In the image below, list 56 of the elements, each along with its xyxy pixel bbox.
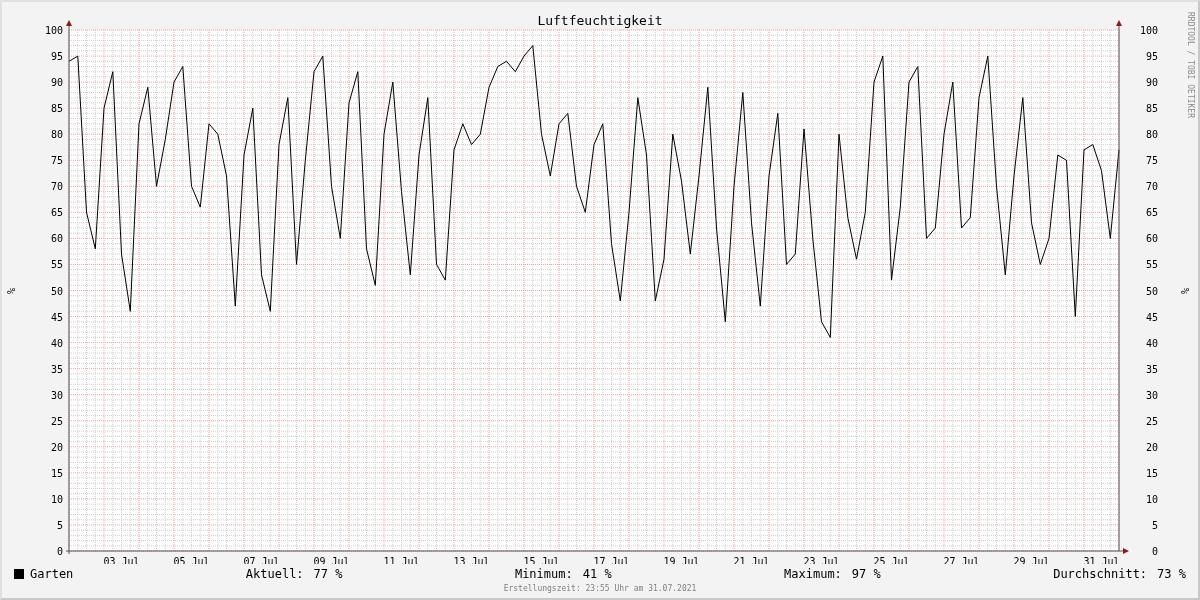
axis-tick-label: 50 <box>1145 285 1158 297</box>
stat-label: Durchschnitt: <box>1053 567 1148 581</box>
legend-label: Garten <box>30 567 74 581</box>
axis-tick-label: 10 <box>1145 493 1158 505</box>
axis-tick-label: 45 <box>50 311 63 323</box>
axis-tick-label: 75 <box>1145 155 1158 167</box>
axis-tick-label: 40 <box>1145 337 1158 349</box>
chart-title: Luftfeuchtigkeit <box>537 13 663 28</box>
axis-tick-label: 5 <box>56 519 63 531</box>
axis-tick-label: 60 <box>1145 233 1158 245</box>
axis-tick-label: 0 <box>1151 546 1158 557</box>
axis-tick-label: 35 <box>1145 363 1158 375</box>
axis-tick-label: 55 <box>1145 259 1158 271</box>
axis-tick-label: 30 <box>50 389 63 401</box>
axis-tick-label: 5 <box>1151 519 1158 531</box>
credit-text: RRDTOOL / TOBI OETIKER <box>1186 12 1195 118</box>
axis-tick-label: 75 <box>50 155 63 167</box>
axis-tick-label: 95 <box>50 51 63 63</box>
axis-tick-label: 25 <box>1145 415 1158 427</box>
axis-tick-label: 85 <box>50 103 63 115</box>
axis-tick-label: 50 <box>50 285 63 297</box>
axis-tick-label: 35 <box>50 363 63 375</box>
axis-tick-label: 100 <box>44 25 63 36</box>
stat-label: Minimum: <box>514 567 573 581</box>
axis-tick-label: 90 <box>1145 77 1158 89</box>
axis-tick-label: 10 <box>50 493 63 505</box>
axis-tick-label: 65 <box>1145 207 1158 219</box>
axis-tick-label: 20 <box>1145 441 1158 453</box>
axis-tick-label: 85 <box>1145 103 1158 115</box>
axis-tick-label: 25 <box>50 415 63 427</box>
axis-tick-label: 0 <box>56 546 63 557</box>
axis-tick-label: 40 <box>50 337 63 349</box>
axis-tick-label: 70 <box>50 181 63 193</box>
stat-value: 77 % <box>313 567 343 581</box>
stat-value: 41 % <box>582 567 612 581</box>
axis-tick-label: 55 <box>50 259 63 271</box>
axis-tick-label: 65 <box>50 207 63 219</box>
axis-tick-label: 100 <box>1139 25 1158 36</box>
stat-label: Maximum: <box>784 567 842 581</box>
stat-value: 73 % <box>1157 567 1186 581</box>
axis-tick-label: 30 <box>1145 389 1158 401</box>
axis-tick-label: 15 <box>50 467 63 479</box>
axis-tick-label: 95 <box>1145 51 1158 63</box>
axis-tick-label: 60 <box>50 233 63 245</box>
axis-tick-label: 80 <box>1145 129 1158 141</box>
timestamp-text: Erstellungszeit: 23:55 Uhr am 31.07.2021 <box>503 584 697 593</box>
axis-tick-label: 90 <box>50 77 63 89</box>
axis-tick-label: 45 <box>1145 311 1158 323</box>
stat-value: 97 % <box>851 567 881 581</box>
axis-tick-label: 70 <box>1145 181 1158 193</box>
axis-tick-label: 15 <box>1145 467 1158 479</box>
axis-tick-label: 80 <box>50 129 63 141</box>
axis-tick-label: 20 <box>50 441 63 453</box>
stat-label: Aktuell: <box>245 567 304 581</box>
axis-label: % <box>6 288 17 294</box>
axis-label: % <box>1180 288 1191 294</box>
